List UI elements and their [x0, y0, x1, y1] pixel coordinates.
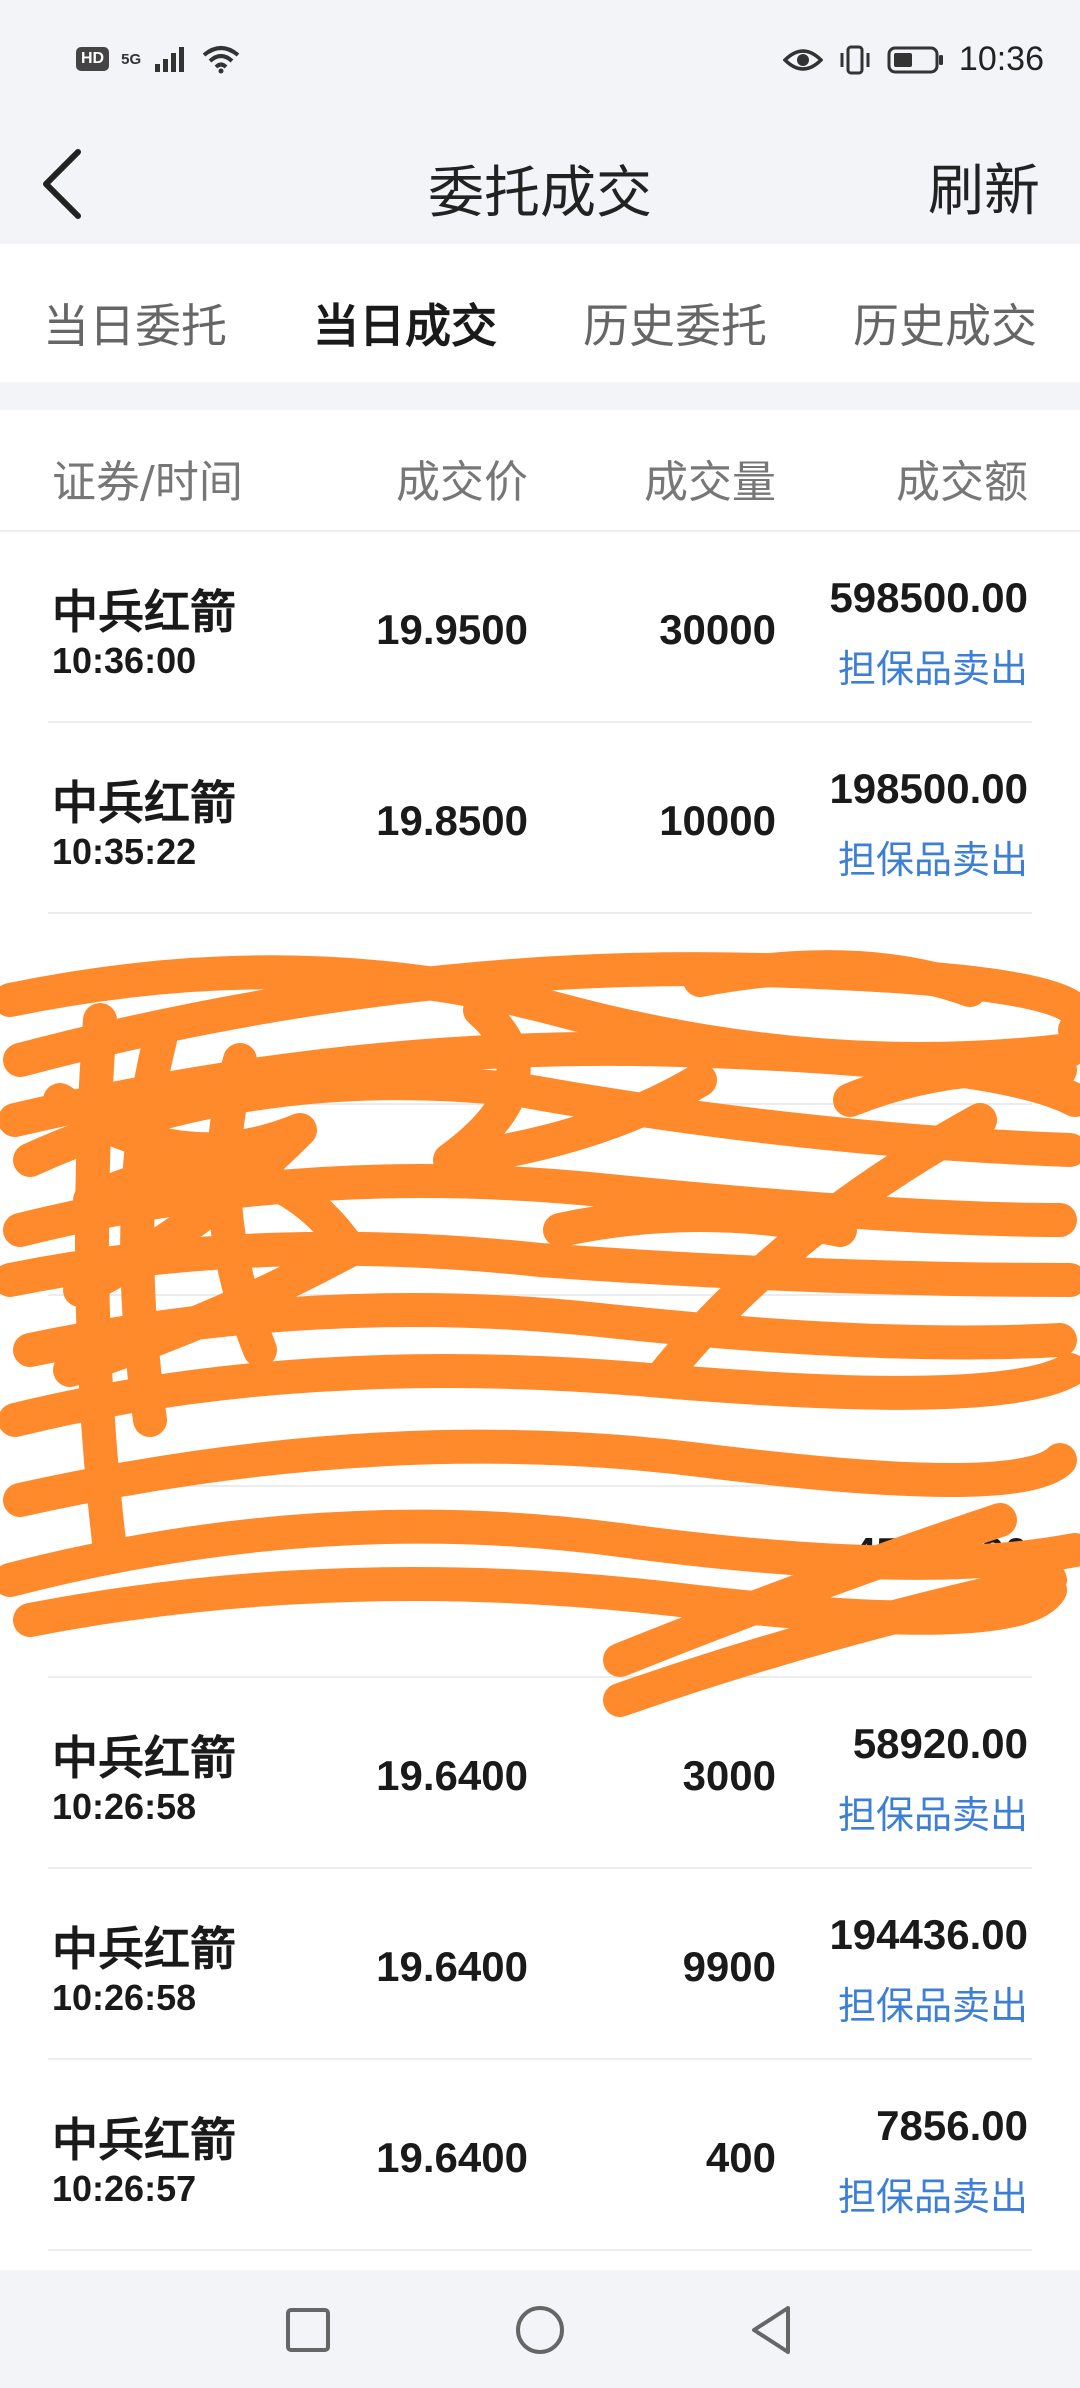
col-price: 成交价: [396, 457, 528, 508]
trade-quantity: 9900: [682, 1943, 776, 1990]
back-nav-icon[interactable]: [740, 2298, 804, 2362]
table-header: 证券/时间 成交价 成交量 成交额: [0, 410, 1080, 532]
tab-today-orders[interactable]: 当日委托: [43, 244, 227, 382]
home-icon[interactable]: [508, 2298, 572, 2362]
trade-price: 19.6400: [376, 1943, 528, 1990]
section-divider: [0, 382, 1080, 410]
col-security-time: 证券/时间: [52, 457, 243, 508]
col-quantity: 成交量: [644, 457, 776, 508]
trade-quantity: 3000: [682, 1752, 776, 1799]
battery-icon: [887, 46, 943, 73]
table-row[interactable]: [48, 914, 1032, 1105]
table-row[interactable]: 中兵红箭 10:26:58 19.6400 9900 194436.00 担保品…: [48, 1869, 1032, 2060]
stock-name: 中兵红箭: [52, 1731, 236, 1785]
stock-name: 中兵红箭: [52, 585, 236, 639]
table-row[interactable]: 中兵红箭 10:36:00 19.9500 30000 598500.00 担保…: [48, 532, 1032, 723]
col-amount: 成交额: [896, 457, 1028, 508]
trade-time: 10:36:00: [52, 640, 197, 681]
stock-name: 中兵红箭: [52, 2113, 236, 2167]
status-right: 10:36: [782, 40, 1044, 79]
trade-amount: 7856.00: [876, 2102, 1028, 2149]
tab-label: 当日委托: [43, 299, 227, 353]
status-bar: HD 5G 10:36: [0, 0, 1080, 124]
status-left: HD 5G: [76, 44, 241, 74]
trade-amount: 598500.00: [829, 574, 1028, 621]
trade-time: 10:26:57: [52, 2168, 197, 2209]
trade-price: 19.6400: [376, 2134, 528, 2181]
trade-quantity: 30000: [659, 606, 776, 653]
trade-amount: 58920.00: [852, 1720, 1028, 1767]
system-nav-bar: [0, 2270, 1080, 2388]
trade-list: 中兵红箭 10:36:00 19.9500 30000 598500.00 担保…: [0, 532, 1080, 2251]
tab-label: 当日成交: [313, 299, 497, 353]
tab-history-deals[interactable]: 历史成交: [853, 244, 1037, 382]
table-row[interactable]: 中兵红箭 10:26:58 19.6400 3000 58920.00 担保品卖…: [48, 1678, 1032, 1869]
trade-amount: 45624.00: [852, 1529, 1028, 1576]
tab-history-orders[interactable]: 历史委托: [583, 244, 767, 382]
table-row[interactable]: [48, 1105, 1032, 1296]
trade-price: 19.8500: [376, 797, 528, 844]
stock-name: 中兵红箭: [52, 1922, 236, 1976]
trade-type: 担保品卖出: [837, 838, 1028, 882]
tab-label: 历史委托: [583, 299, 767, 353]
app-header: 委托成交 刷新: [0, 124, 1080, 244]
table-row[interactable]: 中兵红箭 10:35:22 19.8500 10000 198500.00 担保…: [48, 723, 1032, 914]
trade-type: 担保品卖出: [837, 647, 1028, 691]
refresh-button[interactable]: 刷新: [928, 146, 1040, 227]
trade-quantity: 400: [705, 2134, 776, 2181]
page-title: 委托成交: [428, 161, 652, 226]
trade-amount: 198500.00: [829, 765, 1028, 812]
stock-name: 中兵红箭: [52, 776, 236, 830]
table-row[interactable]: 中兵红箭 10:26:57 19.6400 400 7856.00 担保品卖出: [48, 2060, 1032, 2251]
signal-icon: [155, 47, 185, 72]
recent-apps-icon[interactable]: [276, 2298, 340, 2362]
network-type: 5G: [121, 50, 142, 68]
trade-price: 19.9500: [376, 606, 528, 653]
vibrate-icon: [840, 45, 870, 74]
eye-icon: [782, 48, 823, 71]
tab-today-deals[interactable]: 当日成交: [313, 244, 497, 396]
tab-bar: 当日委托 当日成交 历史委托 历史成交: [0, 244, 1080, 396]
trade-type: 担保品卖出: [837, 1793, 1028, 1837]
trade-amount: 194436.00: [829, 1911, 1028, 1958]
trade-time: 10:35:22: [52, 831, 197, 872]
hd-badge: HD: [76, 47, 110, 71]
table-row[interactable]: [48, 1296, 1032, 1487]
tab-label: 历史成交: [853, 299, 1037, 353]
wifi-icon: [202, 46, 240, 74]
trade-time: 10:26:58: [52, 1786, 197, 1827]
clock: 10:36: [958, 40, 1044, 78]
trade-quantity: 10000: [659, 797, 776, 844]
trade-price: 19.6400: [376, 1752, 528, 1799]
trade-type: 担保品卖出: [837, 1984, 1028, 2028]
trade-time: 10:26:58: [52, 1977, 197, 2018]
trade-type: 担保品卖出: [837, 2175, 1028, 2219]
table-row[interactable]: 45624.00: [48, 1487, 1032, 1678]
